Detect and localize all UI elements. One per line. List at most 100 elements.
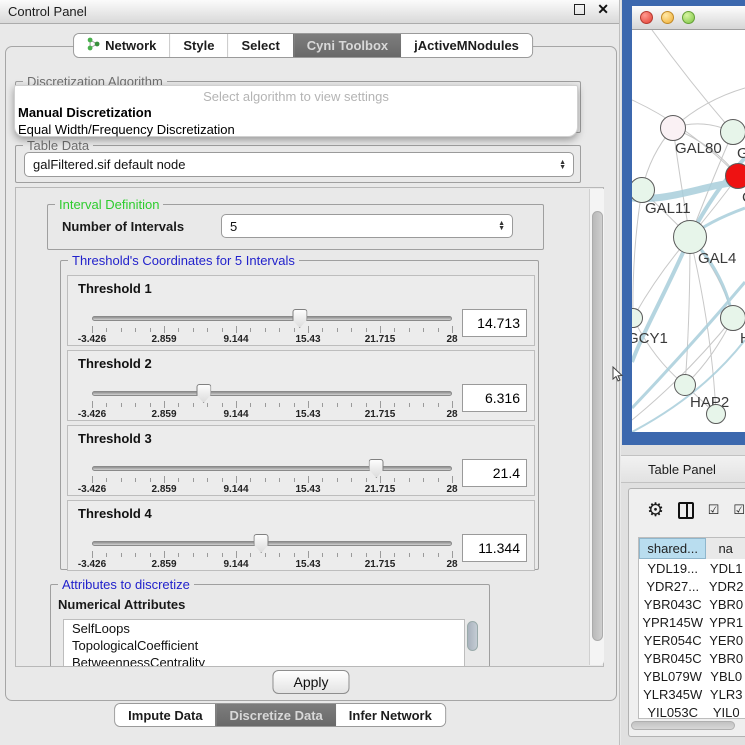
tab-select[interactable]: Select: [227, 34, 292, 57]
threshold-value-field[interactable]: 6.316: [462, 384, 527, 412]
network-node-h[interactable]: [720, 305, 745, 331]
table-horizontal-scrollbar[interactable]: [631, 721, 735, 730]
tick-mark: [150, 403, 151, 407]
tick-mark: [322, 553, 323, 557]
attribute-item-selfloops[interactable]: SelfLoops: [64, 620, 464, 637]
popup-option-equal-width-frequency-discretization[interactable]: Equal Width/Frequency Discretization: [15, 121, 577, 138]
popup-option-manual-discretization[interactable]: Manual Discretization: [15, 104, 577, 121]
tab-cyni-toolbox[interactable]: Cyni Toolbox: [293, 34, 401, 57]
tick-mark: [308, 551, 309, 558]
slider-axis-labels: -3.4262.8599.14415.4321.71528: [92, 559, 452, 571]
table-row[interactable]: YBR045CYBR0: [639, 649, 745, 667]
tick-mark: [193, 478, 194, 482]
settings-vertical-scrollbar[interactable]: [589, 189, 604, 665]
tick-mark: [438, 478, 439, 482]
tick-mark: [135, 328, 136, 332]
threshold-label: Threshold 2: [78, 356, 152, 371]
number-of-intervals-combobox[interactable]: 5 ▲▼: [221, 214, 513, 238]
close-traffic-light-icon[interactable]: [640, 11, 653, 24]
table-panel-title: Table Panel: [648, 462, 716, 477]
network-node-c[interactable]: [725, 163, 745, 189]
column-layout-icon[interactable]: [678, 502, 694, 519]
tab-jactivemnodules[interactable]: jActiveMNodules: [401, 34, 532, 57]
tick-mark: [265, 403, 266, 407]
network-node-ga[interactable]: [720, 119, 745, 145]
threshold-value-field[interactable]: 11.344: [462, 534, 527, 562]
threshold-value-field[interactable]: 14.713: [462, 309, 527, 337]
table-row[interactable]: YDL19...YDL1: [639, 559, 745, 577]
slider-track[interactable]: [92, 316, 452, 321]
tick-mark: [92, 551, 93, 558]
network-node-label: GAL80: [675, 140, 722, 157]
minimize-traffic-light-icon[interactable]: [661, 11, 674, 24]
threshold-slider[interactable]: -3.4262.8599.14415.4321.71528: [92, 314, 452, 344]
tab-discretize-data[interactable]: Discretize Data: [216, 704, 336, 726]
tick-mark: [366, 553, 367, 557]
slider-track[interactable]: [92, 466, 452, 471]
node-attribute-table[interactable]: shared...naYDL19...YDL1YDR27...YDR2YBR04…: [638, 537, 745, 719]
attributes-scrollbar[interactable]: [467, 621, 478, 651]
numerical-attributes-label: Numerical Attributes: [58, 597, 185, 612]
numerical-attributes-list[interactable]: SelfLoopsTopologicalCoefficientBetweenne…: [63, 619, 465, 667]
close-icon[interactable]: ✕: [597, 4, 609, 15]
network-node-hap2[interactable]: [674, 374, 696, 396]
tick-mark: [423, 328, 424, 332]
network-node-gal80[interactable]: [660, 115, 686, 141]
table-cell: YDR27...: [639, 577, 706, 595]
settings-gear-icon[interactable]: ⚙: [647, 501, 664, 520]
threshold-slider[interactable]: -3.4262.8599.14415.4321.71528: [92, 389, 452, 419]
network-node-gal4[interactable]: [673, 220, 707, 254]
table-data-combobox[interactable]: galFiltered.sif default node ▲▼: [24, 152, 574, 177]
slider-track[interactable]: [92, 391, 452, 396]
tick-mark: [294, 478, 295, 482]
tab-network[interactable]: Network: [74, 34, 169, 57]
table-row[interactable]: YER054CYER0: [639, 631, 745, 649]
tick-mark: [294, 328, 295, 332]
threshold-slider[interactable]: -3.4262.8599.14415.4321.71528: [92, 539, 452, 569]
threshold-slider[interactable]: -3.4262.8599.14415.4321.71528: [92, 464, 452, 494]
tab-infer-network[interactable]: Infer Network: [336, 704, 445, 726]
network-node-label: GAL11: [645, 200, 691, 217]
tick-mark: [178, 328, 179, 332]
tick-mark: [106, 403, 107, 407]
apply-button[interactable]: Apply: [272, 670, 349, 694]
tab-impute-data[interactable]: Impute Data: [115, 704, 215, 726]
tick-mark: [150, 478, 151, 482]
tick-mark: [452, 401, 453, 408]
zoom-traffic-light-icon[interactable]: [682, 11, 695, 24]
axis-tick-label: 2.859: [151, 409, 176, 420]
axis-tick-label: 15.43: [295, 334, 320, 345]
tab-style[interactable]: Style: [169, 34, 227, 57]
axis-tick-label: 28: [446, 409, 457, 420]
table-cell: YBR045C: [639, 649, 706, 667]
tick-mark: [380, 476, 381, 483]
tick-mark: [265, 553, 266, 557]
table-row[interactable]: YBR043CYBR0: [639, 595, 745, 613]
tick-mark: [279, 553, 280, 557]
slider-track[interactable]: [92, 541, 452, 546]
column-header-shared-[interactable]: shared...: [639, 538, 706, 559]
checkbox-icon[interactable]: ☑: [733, 502, 745, 518]
table-row[interactable]: YDR27...YDR2: [639, 577, 745, 595]
float-window-icon[interactable]: [574, 4, 585, 15]
checkbox-icon[interactable]: ☑: [708, 502, 720, 518]
table-row[interactable]: YIL053CYIL0: [639, 703, 745, 719]
tick-mark: [337, 553, 338, 557]
network-node[interactable]: [706, 404, 726, 424]
scrollbar-thumb[interactable]: [592, 211, 603, 641]
table-row[interactable]: YLR345WYLR3: [639, 685, 745, 703]
table-row[interactable]: YPR145WYPR1: [639, 613, 745, 631]
tick-mark: [279, 403, 280, 407]
tick-mark: [222, 553, 223, 557]
tick-mark: [351, 553, 352, 557]
column-header-na[interactable]: na: [706, 538, 745, 559]
tick-mark: [394, 328, 395, 332]
axis-tick-label: 21.715: [365, 559, 396, 570]
attribute-item-betweennesscentrality[interactable]: BetweennessCentrality: [64, 654, 464, 667]
attribute-item-topologicalcoefficient[interactable]: TopologicalCoefficient: [64, 637, 464, 654]
table-data-value: galFiltered.sif default node: [33, 157, 185, 172]
threshold-value-field[interactable]: 21.4: [462, 459, 527, 487]
table-row[interactable]: YBL079WYBL0: [639, 667, 745, 685]
network-canvas[interactable]: GAL80GACGAL11GAL4GCY1HHAP2: [632, 30, 745, 432]
slider-ticks: [92, 551, 452, 558]
